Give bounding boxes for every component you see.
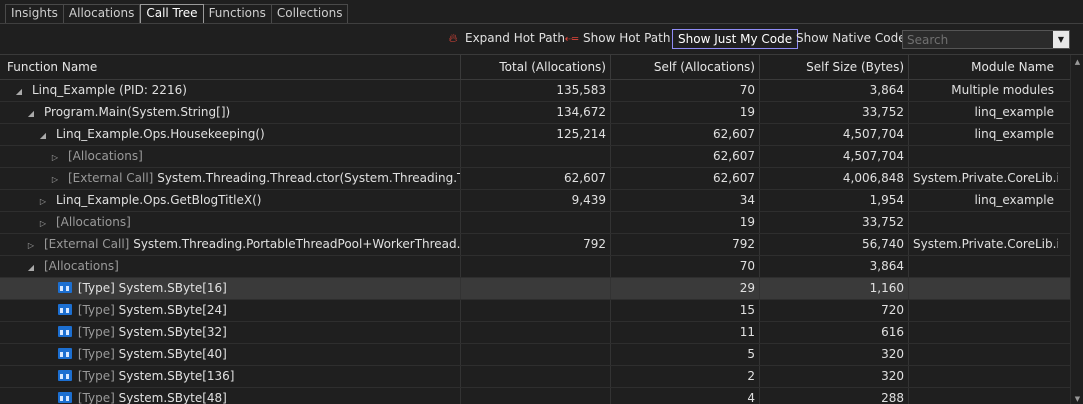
search-box: ▼ — [902, 30, 1070, 49]
column-header-module-name[interactable]: Module Name — [909, 55, 1058, 79]
call-tree-panel: 🔥︎ Expand Hot Path ⇠═ Show Hot Path Show J… — [0, 23, 1083, 404]
tab-strip: Insights Allocations Call Tree Functions… — [5, 4, 349, 24]
expand-triangle-icon[interactable]: ▷ — [50, 169, 60, 189]
show-hot-path-button[interactable]: ⇠═ Show Hot Path — [564, 29, 671, 49]
class-type-icon — [58, 392, 72, 403]
table-row[interactable]: ▷ Linq_Example.Ops.GetBlogTitleX() 9,439 … — [0, 190, 1070, 212]
class-type-icon — [58, 370, 72, 381]
expand-hot-path-button[interactable]: 🔥︎ Expand Hot Path — [446, 29, 565, 49]
column-header-total-allocations[interactable]: Total (Allocations) — [461, 55, 611, 79]
table-row-selected[interactable]: [Type] System.SByte[16] 29 1,160 — [0, 278, 1070, 300]
table-row[interactable]: ◢ Program.Main(System.String[]) 134,672 1… — [0, 102, 1070, 124]
collapse-triangle-icon[interactable]: ◢ — [38, 125, 48, 145]
expand-triangle-icon[interactable]: ▷ — [38, 191, 48, 211]
vertical-scrollbar[interactable]: ▲ ▼ — [1070, 55, 1083, 404]
table-row[interactable]: ▷ [Allocations] 19 33,752 — [0, 212, 1070, 234]
table-row[interactable]: ▷ [Allocations] 62,607 4,507,704 — [0, 146, 1070, 168]
tab-collections[interactable]: Collections — [272, 5, 348, 23]
tab-insights[interactable]: Insights — [6, 5, 64, 23]
table-row[interactable]: [Type] System.SByte[40] 5 320 — [0, 344, 1070, 366]
table-row[interactable]: ◢ [Allocations] 70 3,864 — [0, 256, 1070, 278]
search-input[interactable] — [903, 31, 1053, 48]
expand-triangle-icon[interactable]: ▷ — [26, 235, 36, 255]
call-tree-grid: Function Name Total (Allocations) Self (… — [0, 54, 1083, 404]
collapse-triangle-icon[interactable]: ◢ — [14, 81, 24, 101]
column-header-self-allocations[interactable]: Self (Allocations) — [611, 55, 760, 79]
hot-path-icon: ⇠═ — [564, 34, 578, 45]
show-just-my-code-button[interactable]: Show Just My Code — [672, 29, 799, 49]
collapse-triangle-icon[interactable]: ◢ — [26, 103, 36, 123]
tab-allocations[interactable]: Allocations — [64, 5, 141, 23]
class-type-icon — [58, 304, 72, 315]
class-type-icon — [58, 348, 72, 359]
expand-triangle-icon[interactable]: ▷ — [50, 147, 60, 167]
scroll-up-icon[interactable]: ▲ — [1073, 58, 1082, 66]
column-header-self-size[interactable]: Self Size (Bytes) — [760, 55, 909, 79]
class-type-icon — [58, 326, 72, 337]
class-type-icon — [58, 282, 72, 293]
search-dropdown-icon[interactable]: ▼ — [1053, 31, 1069, 48]
scroll-down-icon[interactable]: ▼ — [1073, 395, 1082, 403]
toolbar: 🔥︎ Expand Hot Path ⇠═ Show Hot Path Show J… — [0, 24, 1083, 54]
table-row[interactable]: [Type] System.SByte[24] 15 720 — [0, 300, 1070, 322]
table-row[interactable]: [Type] System.SByte[32] 11 616 — [0, 322, 1070, 344]
table-row[interactable]: ▷ [External Call] System.Threading.Portab… — [0, 234, 1070, 256]
grid-header: Function Name Total (Allocations) Self (… — [0, 55, 1070, 80]
collapse-triangle-icon[interactable]: ◢ — [26, 257, 36, 277]
table-row[interactable]: ◢ Linq_Example (PID: 2216) 135,583 70 3,8… — [0, 80, 1070, 102]
table-row[interactable]: [Type] System.SByte[136] 2 320 — [0, 366, 1070, 388]
table-row[interactable]: ◢ Linq_Example.Ops.Housekeeping() 125,214… — [0, 124, 1070, 146]
flame-icon: 🔥︎ — [448, 31, 458, 45]
expand-triangle-icon[interactable]: ▷ — [38, 213, 48, 233]
column-header-function-name[interactable]: Function Name — [0, 55, 461, 79]
table-row[interactable]: ▷ [External Call] System.Threading.Thread… — [0, 168, 1070, 190]
show-native-code-button[interactable]: Show Native Code — [796, 29, 906, 49]
tab-functions[interactable]: Functions — [204, 5, 272, 23]
tab-bar: Insights Allocations Call Tree Functions… — [0, 0, 1083, 24]
table-row[interactable]: [Type] System.SByte[48] 4 288 — [0, 388, 1070, 404]
tab-call-tree[interactable]: Call Tree — [140, 4, 204, 24]
